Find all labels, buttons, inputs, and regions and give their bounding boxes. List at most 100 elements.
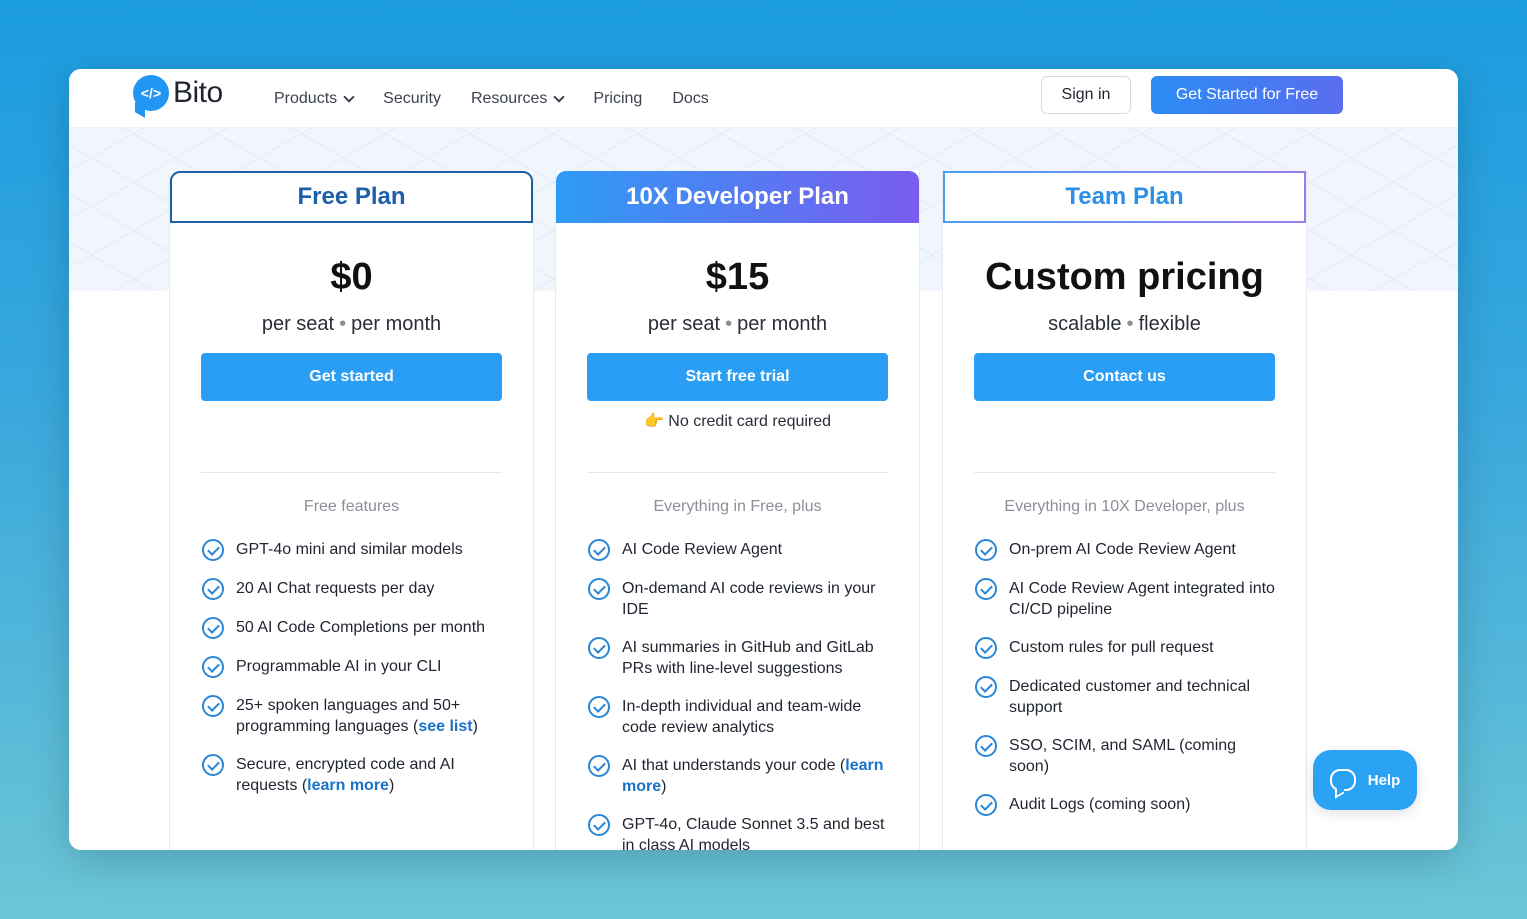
check-circle-icon [588, 755, 610, 777]
plan-card-free: Free Plan $0 per seat • per month Get star… [169, 171, 534, 850]
feature-text-part: ) [472, 718, 478, 735]
feature-text-part: ) [661, 778, 667, 795]
plan-price-unit: per seat • per month [261, 313, 442, 335]
feature-item: GPT-4o mini and similar models [202, 539, 507, 561]
plan-price-unit: scalable • flexible [1048, 313, 1201, 335]
check-circle-icon [202, 578, 224, 600]
feature-item: Secure, encrypted code and AI requests (… [202, 754, 507, 796]
chevron-down-icon [553, 90, 566, 103]
help-button[interactable]: Help [1313, 750, 1417, 810]
divider [201, 472, 502, 473]
feature-item: In-depth individual and team-wide code r… [588, 696, 893, 738]
nav-link-label: Pricing [593, 89, 643, 107]
feature-item: 50 AI Code Completions per month [202, 617, 507, 639]
features-title: Free features [303, 498, 400, 515]
price-unit-a: per seat [261, 313, 335, 335]
nav-link-pricing[interactable]: Pricing [593, 90, 642, 108]
learn-more-link[interactable]: learn more [307, 777, 389, 794]
feature-text: In-depth individual and team-wide code r… [622, 698, 862, 736]
nav-links: Products Security Resources Pricing Docs [274, 69, 709, 128]
features-title: Everything in Free, plus [653, 498, 822, 515]
divider [587, 472, 888, 473]
feature-item: AI that understands your code (learn mor… [588, 755, 893, 797]
feature-text: Audit Logs (coming soon) [1009, 796, 1191, 813]
nav-link-security[interactable]: Security [383, 90, 441, 108]
feature-item: 25+ spoken languages and 50+ programming… [202, 695, 507, 737]
feature-text-part: AI that understands your code ( [622, 757, 846, 774]
plan-name: 10X Developer Plan [556, 171, 919, 223]
plan-price: $0 [330, 256, 373, 298]
check-circle-icon [202, 656, 224, 678]
price-unit-b: per month [737, 313, 828, 335]
plan-name: Team Plan [943, 171, 1306, 223]
nav-link-products[interactable]: Products [274, 90, 355, 108]
nav-link-resources[interactable]: Resources [470, 89, 566, 108]
feature-text: On-demand AI code reviews in your IDE [622, 580, 876, 618]
feature-item: Programmable AI in your CLI [202, 656, 507, 678]
plan-price: Custom pricing [985, 256, 1264, 298]
feature-list: AI Code Review Agent On-demand AI code r… [588, 539, 893, 850]
plan-card-10x-developer: 10X Developer Plan $15 per seat • per mont… [555, 171, 920, 850]
feature-text: SSO, SCIM, and SAML (coming soon) [1009, 737, 1237, 775]
no-credit-card-note: 👉 No credit card required [643, 413, 832, 430]
start-free-trial-button[interactable]: Start free trial [587, 353, 888, 401]
price-unit-a: per seat [647, 313, 721, 335]
logo[interactable]: </> Bito [133, 75, 223, 111]
feature-item: AI Code Review Agent integrated into CI/… [975, 578, 1280, 620]
feature-text: 50 AI Code Completions per month [236, 619, 486, 636]
feature-text: Dedicated customer and technical support [1009, 678, 1251, 716]
feature-text: AI summaries in GitHub and GitLab PRs wi… [622, 639, 874, 677]
check-circle-icon [588, 578, 610, 600]
check-circle-icon [975, 637, 997, 659]
features-title: Everything in 10X Developer, plus [1004, 498, 1245, 515]
check-circle-icon [588, 814, 610, 836]
get-started-free-button[interactable]: Get Started for Free [1151, 76, 1343, 114]
feature-text: Custom rules for pull request [1009, 639, 1214, 656]
feature-item: AI Code Review Agent [588, 539, 893, 561]
feature-text: GPT-4o mini and similar models [236, 541, 463, 558]
chevron-down-icon [343, 90, 355, 103]
feature-text: AI Code Review Agent [622, 541, 783, 558]
contact-us-button[interactable]: Contact us [974, 353, 1275, 401]
check-circle-icon [588, 637, 610, 659]
get-started-button[interactable]: Get started [201, 353, 502, 401]
price-unit-b: per month [351, 313, 442, 335]
nav-link-docs[interactable]: Docs [672, 90, 708, 108]
browser-window: </> Bito Products Security Resources Pri… [69, 69, 1458, 850]
feature-list: On-prem AI Code Review Agent AI Code Rev… [975, 539, 1280, 833]
check-circle-icon [588, 696, 610, 718]
check-circle-icon [975, 676, 997, 698]
plan-price: $15 [705, 256, 770, 298]
nav-link-label: Docs [672, 89, 709, 107]
feature-item: On-demand AI code reviews in your IDE [588, 578, 893, 620]
nav-link-label: Security [383, 89, 441, 107]
nav-link-label: Resources [470, 89, 548, 107]
plan-name: Free Plan [170, 171, 533, 223]
price-unit-a: scalable [1048, 313, 1122, 335]
feature-item: Custom rules for pull request [975, 637, 1280, 659]
check-circle-icon [202, 617, 224, 639]
feature-text: On-prem AI Code Review Agent [1009, 541, 1236, 558]
see-list-link[interactable]: see list [418, 718, 472, 735]
feature-text: 20 AI Chat requests per day [236, 580, 435, 597]
feature-text: GPT-4o, Claude Sonnet 3.5 and best in cl… [622, 816, 885, 850]
logo-text: Bito [173, 76, 223, 109]
chat-bubble-icon [1329, 769, 1356, 791]
check-circle-icon [975, 539, 997, 561]
divider [974, 472, 1275, 473]
plan-price-unit: per seat • per month [647, 313, 828, 335]
feature-text: Programmable AI in your CLI [236, 658, 442, 675]
feature-text: AI Code Review Agent integrated into CI/… [1009, 580, 1275, 618]
code-bubble-icon: </> [133, 75, 169, 111]
top-nav: </> Bito Products Security Resources Pri… [69, 69, 1458, 128]
feature-text: 25+ spoken languages and 50+ programming… [236, 695, 507, 737]
feature-item: AI summaries in GitHub and GitLab PRs wi… [588, 637, 893, 679]
check-circle-icon [975, 578, 997, 600]
feature-item: 20 AI Chat requests per day [202, 578, 507, 600]
price-unit-b: flexible [1138, 313, 1201, 335]
feature-list: GPT-4o mini and similar models 20 AI Cha… [202, 539, 507, 813]
feature-text-part: ) [388, 777, 395, 794]
sign-in-button[interactable]: Sign in [1041, 76, 1131, 114]
feature-item: GPT-4o, Claude Sonnet 3.5 and best in cl… [588, 814, 893, 850]
check-circle-icon [588, 539, 610, 561]
